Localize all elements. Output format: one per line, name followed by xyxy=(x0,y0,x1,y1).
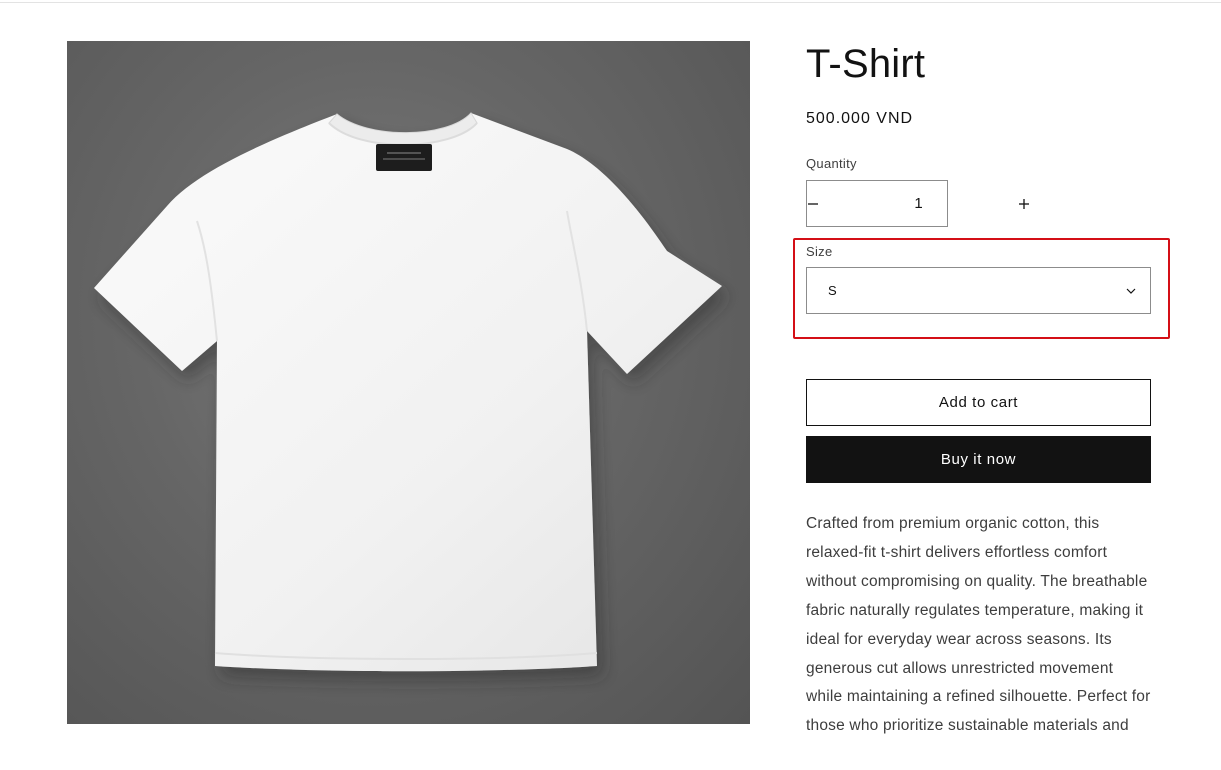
size-select[interactable]: S xyxy=(806,267,1151,314)
add-to-cart-button[interactable]: Add to cart xyxy=(806,379,1151,426)
buy-now-button[interactable]: Buy it now xyxy=(806,436,1151,483)
size-label: Size xyxy=(806,244,833,259)
plus-icon xyxy=(1019,198,1029,209)
chevron-down-icon xyxy=(1126,288,1136,294)
product-title: T-Shirt xyxy=(806,42,926,86)
quantity-stepper xyxy=(806,180,1029,227)
increase-quantity-button[interactable] xyxy=(1018,181,1030,226)
product-page: T-Shirt 500.000 VND Quantity Size S Add … xyxy=(0,0,1221,770)
decrease-quantity-button[interactable] xyxy=(807,181,819,226)
product-description: Crafted from premium organic cotton, thi… xyxy=(806,515,1151,735)
product-image[interactable] xyxy=(67,41,750,724)
product-price: 500.000 VND xyxy=(806,110,914,127)
size-selected-value: S xyxy=(828,283,837,298)
quantity-input[interactable] xyxy=(819,195,1018,212)
tshirt-illustration xyxy=(94,112,722,672)
header-divider xyxy=(0,2,1221,3)
neck-label-icon xyxy=(376,144,432,171)
quantity-label: Quantity xyxy=(806,156,857,171)
minus-icon xyxy=(808,202,818,205)
